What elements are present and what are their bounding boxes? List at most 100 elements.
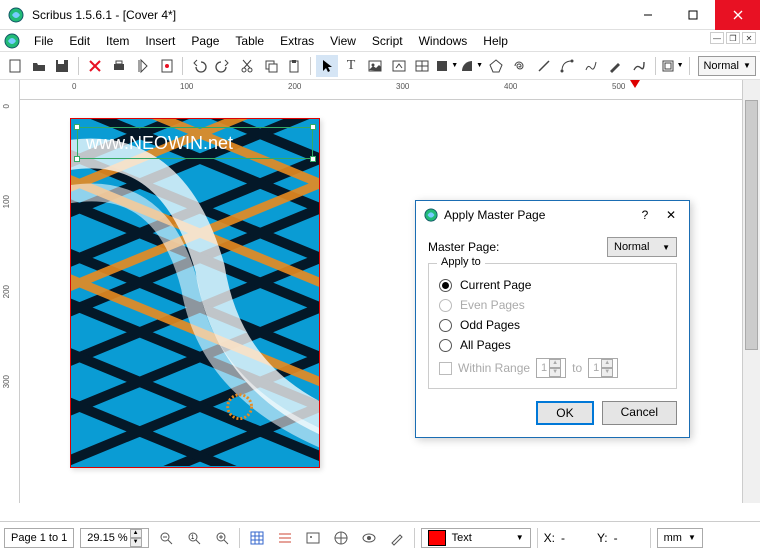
master-page-select[interactable]: Normal▼	[607, 237, 677, 257]
copy-button[interactable]	[260, 55, 282, 77]
window-titlebar: Scribus 1.5.6.1 - [Cover 4*]	[0, 0, 760, 30]
apply-master-page-dialog: Apply Master Page ? ✕ Master Page: Norma…	[415, 200, 690, 438]
layer-color-swatch	[428, 530, 446, 546]
polygon-tool[interactable]	[485, 55, 507, 77]
export-pdf-button[interactable]	[156, 55, 178, 77]
ruler-marker[interactable]	[630, 80, 640, 88]
doc-icon	[4, 33, 20, 49]
radio-current-page[interactable]: Current Page	[439, 278, 666, 292]
dialog-titlebar[interactable]: Apply Master Page ? ✕	[416, 201, 689, 229]
within-range-checkbox	[439, 362, 452, 375]
arc-tool[interactable]: ▼	[460, 59, 483, 73]
menu-script[interactable]: Script	[364, 32, 411, 50]
print-button[interactable]	[108, 55, 130, 77]
preview-mode-select[interactable]: Normal▼	[698, 56, 755, 76]
resize-handle[interactable]	[74, 156, 80, 162]
line-tool[interactable]	[533, 55, 555, 77]
rotate-tool[interactable]	[628, 55, 650, 77]
layer-selector[interactable]: Text ▼	[421, 528, 531, 548]
x-label: X:	[544, 531, 555, 545]
menu-extras[interactable]: Extras	[272, 32, 322, 50]
select-tool[interactable]	[316, 55, 338, 77]
y-value: -	[614, 531, 644, 545]
preflight-button[interactable]	[132, 55, 154, 77]
zoom-in-button[interactable]	[211, 527, 233, 549]
mdi-close-button[interactable]: ✕	[742, 32, 756, 44]
page-indicator[interactable]: Page 1 to 1	[4, 528, 74, 548]
images-toggle[interactable]	[302, 527, 324, 549]
render-frame-tool[interactable]	[388, 55, 410, 77]
minimize-button[interactable]	[625, 0, 670, 30]
mdi-restore-button[interactable]: ❐	[726, 32, 740, 44]
zoom-out-button[interactable]	[155, 527, 177, 549]
cut-button[interactable]	[236, 55, 258, 77]
zoom-reset-button[interactable]: 1	[183, 527, 205, 549]
save-button[interactable]	[52, 55, 74, 77]
dialog-help-button[interactable]: ?	[635, 208, 655, 222]
paste-button[interactable]	[284, 55, 306, 77]
within-range-label: Within Range	[458, 361, 530, 375]
resize-handle[interactable]	[310, 124, 316, 130]
redo-button[interactable]	[212, 55, 234, 77]
undo-button[interactable]	[188, 55, 210, 77]
zoom-down[interactable]: ▼	[130, 538, 142, 547]
spiral-tool[interactable]	[509, 55, 531, 77]
baseline-toggle[interactable]	[274, 527, 296, 549]
mdi-minimize-button[interactable]: —	[710, 32, 724, 44]
horizontal-ruler: 0 100 200 300 400 500	[20, 80, 742, 100]
master-page-label: Master Page:	[428, 240, 607, 254]
table-tool[interactable]	[411, 55, 433, 77]
bezier-tool[interactable]	[556, 55, 578, 77]
image-frame-tool[interactable]	[364, 55, 386, 77]
menu-table[interactable]: Table	[227, 32, 272, 50]
menu-view[interactable]: View	[322, 32, 364, 50]
new-doc-button[interactable]	[4, 55, 26, 77]
window-title: Scribus 1.5.6.1 - [Cover 4*]	[32, 8, 625, 22]
document-page[interactable]: www.NEOWIN.net	[70, 118, 320, 468]
zoom-up[interactable]: ▲	[130, 529, 142, 538]
text-frame[interactable]: www.NEOWIN.net	[77, 127, 313, 159]
page-artwork	[71, 119, 319, 466]
cms-toggle[interactable]	[330, 527, 352, 549]
open-button[interactable]	[28, 55, 50, 77]
menu-page[interactable]: Page	[183, 32, 227, 50]
dialog-title: Apply Master Page	[444, 208, 629, 222]
app-icon	[8, 7, 24, 23]
resize-handle[interactable]	[310, 156, 316, 162]
resize-handle[interactable]	[74, 124, 80, 130]
range-to-spinner: 1▲▼	[588, 358, 618, 378]
unit-selector[interactable]: mm▼	[657, 528, 703, 548]
x-value: -	[561, 531, 591, 545]
radio-odd-pages[interactable]: Odd Pages	[439, 318, 666, 332]
text-frame-tool[interactable]: T	[340, 55, 362, 77]
close-button[interactable]	[715, 0, 760, 30]
calligraphic-tool[interactable]	[604, 55, 626, 77]
radio-all-pages[interactable]: All Pages	[439, 338, 666, 352]
ok-button[interactable]: OK	[536, 401, 593, 425]
shape-tool[interactable]: ▼	[435, 59, 458, 73]
status-bar: Page 1 to 1 29.15 %▲▼ 1 Text ▼ X: - Y: -…	[0, 521, 760, 553]
cancel-button[interactable]: Cancel	[602, 401, 677, 425]
menu-item[interactable]: Item	[98, 32, 137, 50]
apply-to-group: Apply to Current Page Even Pages Odd Pag…	[428, 263, 677, 389]
zoom-field[interactable]: 29.15 %▲▼	[80, 528, 148, 548]
maximize-button[interactable]	[670, 0, 715, 30]
dialog-close-button[interactable]: ✕	[661, 208, 681, 222]
menu-insert[interactable]: Insert	[137, 32, 183, 50]
layer-name: Text	[452, 532, 472, 544]
menu-bar: File Edit Item Insert Page Table Extras …	[0, 30, 760, 52]
y-label: Y:	[597, 531, 608, 545]
menu-help[interactable]: Help	[475, 32, 516, 50]
guides-toggle[interactable]	[246, 527, 268, 549]
zoom-tool[interactable]: ▼	[661, 59, 684, 73]
menu-windows[interactable]: Windows	[411, 32, 476, 50]
svg-text:1: 1	[191, 535, 195, 541]
freehand-tool[interactable]	[580, 55, 602, 77]
menu-file[interactable]: File	[26, 32, 61, 50]
dialog-icon	[424, 208, 438, 222]
vertical-scrollbar[interactable]	[742, 80, 760, 503]
close-doc-button[interactable]	[84, 55, 106, 77]
preview-toggle[interactable]	[358, 527, 380, 549]
menu-edit[interactable]: Edit	[61, 32, 98, 50]
edit-mode-toggle[interactable]	[386, 527, 408, 549]
